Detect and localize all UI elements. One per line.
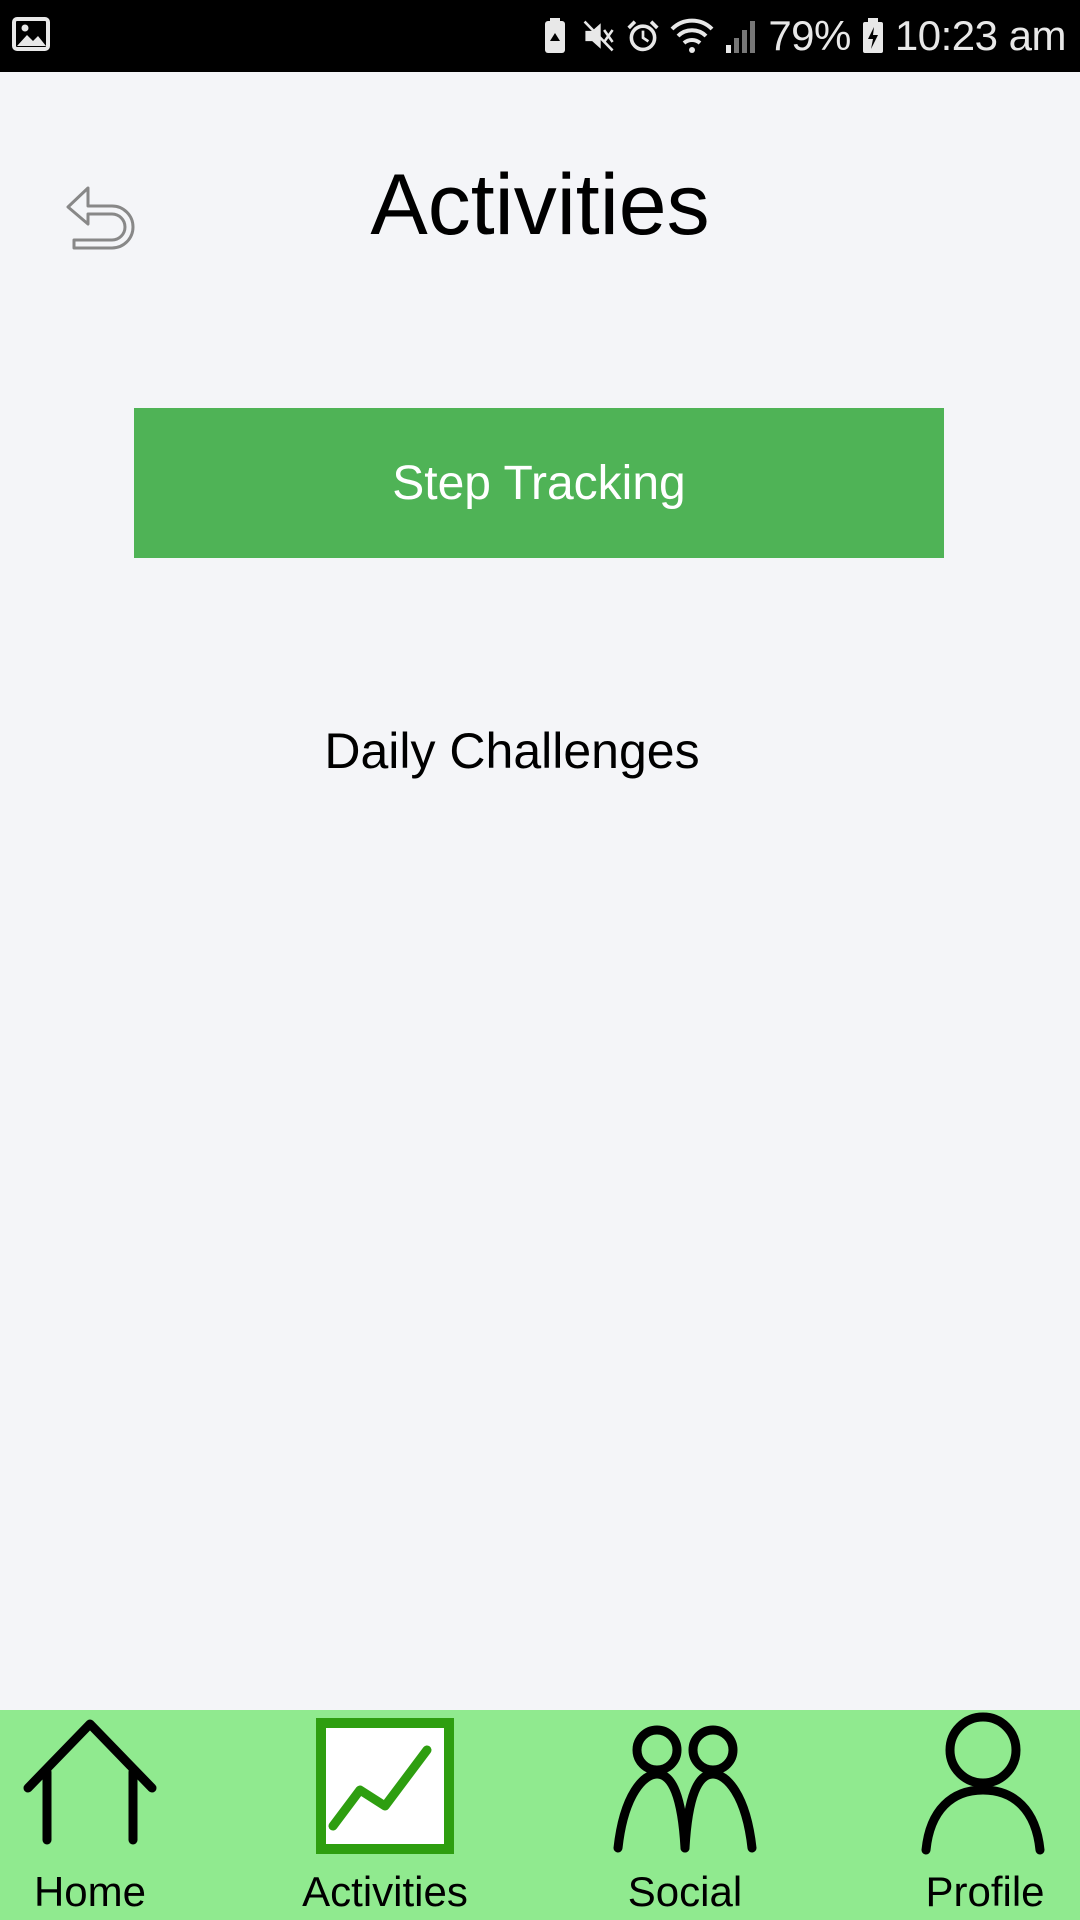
status-bar: 79% 10:23 am (0, 0, 1080, 72)
nav-label-home: Home (33, 1868, 147, 1915)
alarm-icon (627, 20, 659, 52)
clock: 10:23 am (894, 12, 1067, 59)
page-title: Activities (370, 157, 710, 253)
nav-item-activities[interactable]: Activities (290, 1710, 480, 1920)
battery-icon (862, 18, 883, 53)
people-icon (613, 1725, 757, 1853)
nav-label-profile: Profile (925, 1868, 1045, 1915)
nav-label-activities: Activities (302, 1868, 468, 1915)
nav-label-social: Social (627, 1868, 743, 1915)
step-tracking-button[interactable]: Step Tracking (134, 408, 944, 558)
person-icon (921, 1712, 1045, 1855)
nav-item-home[interactable]: Home (0, 1710, 180, 1920)
battery-saver-icon (545, 18, 566, 53)
battery-percent: 79% (768, 12, 851, 59)
nav-item-profile[interactable]: Profile (890, 1710, 1080, 1920)
signal-icon (726, 21, 756, 53)
daily-challenges-link[interactable]: Daily Challenges (0, 722, 1024, 780)
house-icon (23, 1719, 157, 1845)
mute-icon (583, 20, 614, 52)
nav-item-social[interactable]: Social (590, 1710, 780, 1920)
bottom-nav: Home Activities Social Profile (0, 1710, 1080, 1920)
chart-icon (316, 1718, 454, 1854)
wifi-icon (670, 18, 714, 53)
image-icon (12, 17, 50, 51)
